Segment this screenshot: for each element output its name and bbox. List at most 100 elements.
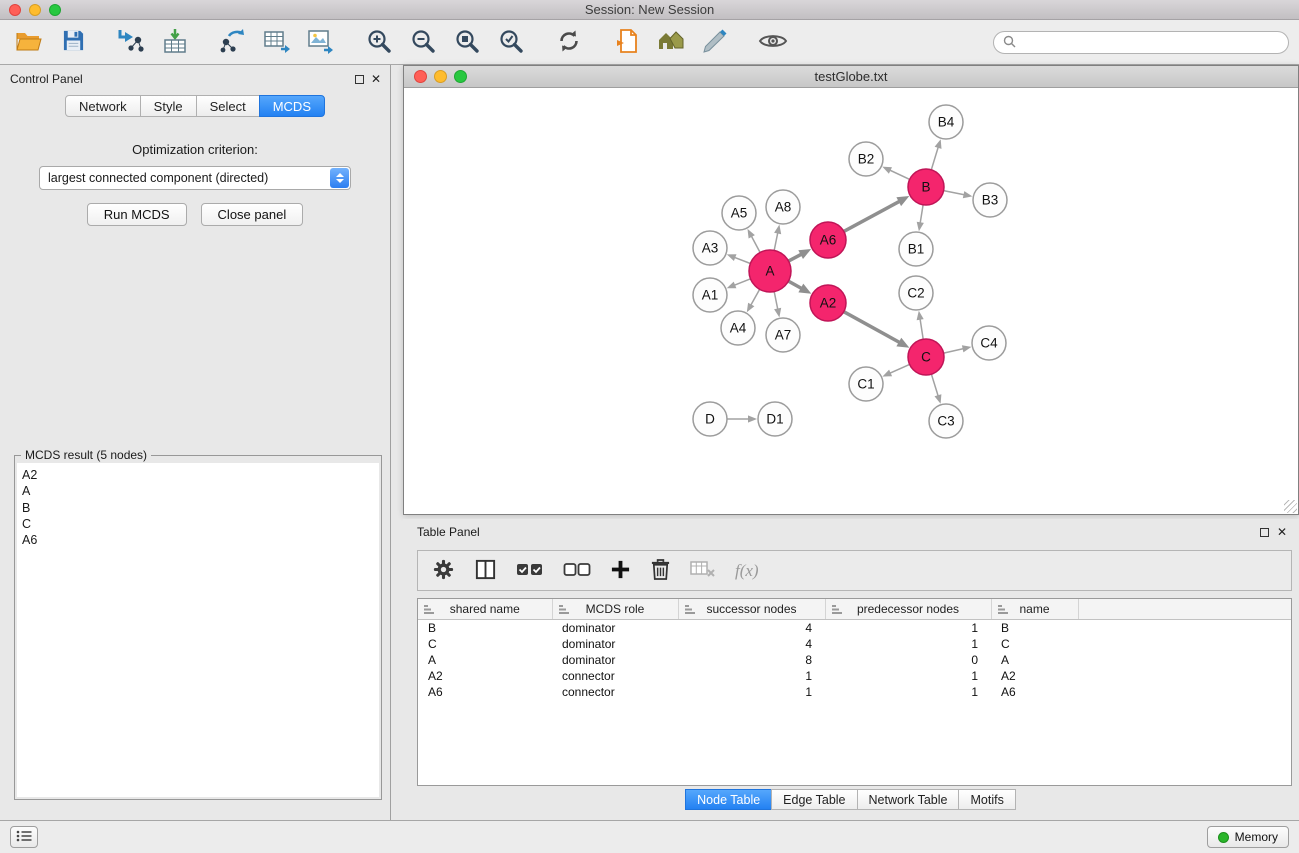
network-overview-button[interactable]	[652, 23, 690, 61]
network-node-A[interactable]: A	[749, 250, 791, 292]
result-item[interactable]: A2	[22, 467, 374, 483]
network-node-D[interactable]: D	[693, 402, 727, 436]
table-row[interactable]: A2connector11A2	[418, 668, 1291, 684]
close-network-window-button[interactable]	[414, 70, 427, 83]
edge-A6-B[interactable]	[844, 196, 910, 231]
tab-network[interactable]: Network	[65, 95, 141, 117]
export-table-button[interactable]	[258, 23, 296, 61]
column-header-mcds-role[interactable]: MCDS role	[552, 599, 678, 619]
network-node-A7[interactable]: A7	[766, 318, 800, 352]
select-all-rows-button[interactable]	[516, 559, 544, 582]
edge-C-C3[interactable]	[931, 374, 941, 404]
fullscreen-window-button[interactable]	[49, 4, 61, 16]
minimize-window-button[interactable]	[29, 4, 41, 16]
network-node-C2[interactable]: C2	[899, 276, 933, 310]
network-node-A4[interactable]: A4	[721, 311, 755, 345]
close-panel-icon[interactable]: ✕	[371, 65, 381, 93]
edge-B-B3[interactable]	[944, 191, 973, 199]
tab-network-table[interactable]: Network Table	[857, 789, 960, 810]
close-table-panel-icon[interactable]: ✕	[1277, 519, 1287, 546]
close-window-button[interactable]	[9, 4, 21, 16]
table-row[interactable]: Adominator80A	[418, 652, 1291, 668]
network-view[interactable]: A A6 A2 B C A5 A8 A3 A1A4 A7 B2 B4 B3 B1 C2 C4 C1 C3 D D1	[404, 88, 1298, 514]
import-network-button[interactable]	[112, 23, 150, 61]
tab-mcds[interactable]: MCDS	[259, 95, 325, 117]
network-node-B1[interactable]: B1	[899, 232, 933, 266]
save-session-button[interactable]	[54, 23, 92, 61]
network-node-B[interactable]: B	[908, 169, 944, 205]
resize-handle-icon[interactable]	[1284, 500, 1297, 513]
result-item[interactable]: B	[22, 500, 374, 516]
network-node-D1[interactable]: D1	[758, 402, 792, 436]
table-row[interactable]: Cdominator41C	[418, 636, 1291, 652]
zoom-network-window-button[interactable]	[454, 70, 467, 83]
tab-edge-table[interactable]: Edge Table	[771, 789, 857, 810]
column-header-successor-nodes[interactable]: successor nodes	[678, 599, 825, 619]
zoom-selected-button[interactable]	[492, 23, 530, 61]
export-network-button[interactable]	[214, 23, 252, 61]
create-column-button[interactable]	[610, 559, 631, 583]
edge-A2-C[interactable]	[844, 312, 910, 348]
result-item[interactable]: A	[22, 483, 374, 499]
edge-B-B1[interactable]	[917, 205, 924, 231]
network-node-B3[interactable]: B3	[973, 183, 1007, 217]
table-row[interactable]: Bdominator41B	[418, 619, 1291, 636]
close-panel-button[interactable]: Close panel	[201, 203, 304, 226]
network-node-A5[interactable]: A5	[722, 196, 756, 230]
edge-A-A1[interactable]	[727, 279, 751, 289]
tab-node-table[interactable]: Node Table	[685, 789, 772, 810]
criterion-dropdown[interactable]: largest connected component (directed)	[39, 166, 351, 190]
edge-A-A8[interactable]	[774, 225, 781, 251]
zoom-fit-button[interactable]	[448, 23, 486, 61]
tab-select[interactable]: Select	[196, 95, 260, 117]
float-panel-icon[interactable]	[355, 75, 364, 84]
task-history-button[interactable]	[10, 826, 38, 848]
network-node-A2[interactable]: A2	[810, 285, 846, 321]
search-input[interactable]	[1021, 36, 1279, 50]
result-item[interactable]: C	[22, 516, 374, 532]
network-node-B4[interactable]: B4	[929, 105, 963, 139]
session-file-button[interactable]	[608, 23, 646, 61]
edge-C-C4[interactable]	[944, 345, 972, 353]
toggle-graphics-details-button[interactable]	[754, 23, 792, 61]
refresh-view-button[interactable]	[550, 23, 588, 61]
table-row[interactable]: A6connector11A6	[418, 684, 1291, 700]
open-session-button[interactable]	[10, 23, 48, 61]
network-node-C1[interactable]: C1	[849, 367, 883, 401]
zoom-in-button[interactable]	[360, 23, 398, 61]
delete-columns-button[interactable]	[650, 558, 671, 584]
edge-B-B4[interactable]	[931, 139, 941, 170]
run-mcds-button[interactable]: Run MCDS	[87, 203, 187, 226]
zoom-out-button[interactable]	[404, 23, 442, 61]
tab-style[interactable]: Style	[140, 95, 197, 117]
edge-A-A6[interactable]	[789, 249, 812, 261]
column-header-name[interactable]: name	[991, 599, 1078, 619]
network-node-C4[interactable]: C4	[972, 326, 1006, 360]
column-header-shared-name[interactable]: shared name	[418, 599, 552, 619]
network-canvas[interactable]: A A6 A2 B C A5 A8 A3 A1A4 A7 B2 B4 B3 B1 C2 C4 C1 C3 D D1	[404, 88, 1298, 514]
network-node-B2[interactable]: B2	[849, 142, 883, 176]
edge-A-A4[interactable]	[747, 289, 760, 312]
edge-C-C2[interactable]	[917, 311, 924, 339]
network-node-A3[interactable]: A3	[693, 231, 727, 265]
result-item[interactable]: A6	[22, 532, 374, 548]
network-node-C[interactable]: C	[908, 339, 944, 375]
edge-A-A5[interactable]	[748, 229, 761, 253]
network-node-A6[interactable]: A6	[810, 222, 846, 258]
show-columns-button[interactable]	[474, 558, 497, 584]
tab-motifs[interactable]: Motifs	[958, 789, 1015, 810]
network-node-C3[interactable]: C3	[929, 404, 963, 438]
edge-A-A2[interactable]	[788, 281, 811, 294]
network-node-A8[interactable]: A8	[766, 190, 800, 224]
edge-A-A7[interactable]	[774, 292, 781, 318]
memory-button[interactable]: Memory	[1207, 826, 1289, 848]
edge-D-D1[interactable]	[727, 415, 757, 422]
column-header-predecessor-nodes[interactable]: predecessor nodes	[825, 599, 991, 619]
edge-B-B2[interactable]	[882, 167, 909, 180]
edge-C-C1[interactable]	[882, 364, 909, 376]
table-settings-button[interactable]	[432, 558, 455, 584]
edge-A-A3[interactable]	[727, 254, 751, 263]
minimize-network-window-button[interactable]	[434, 70, 447, 83]
network-node-A1[interactable]: A1	[693, 278, 727, 312]
deselect-all-rows-button[interactable]	[563, 559, 591, 582]
